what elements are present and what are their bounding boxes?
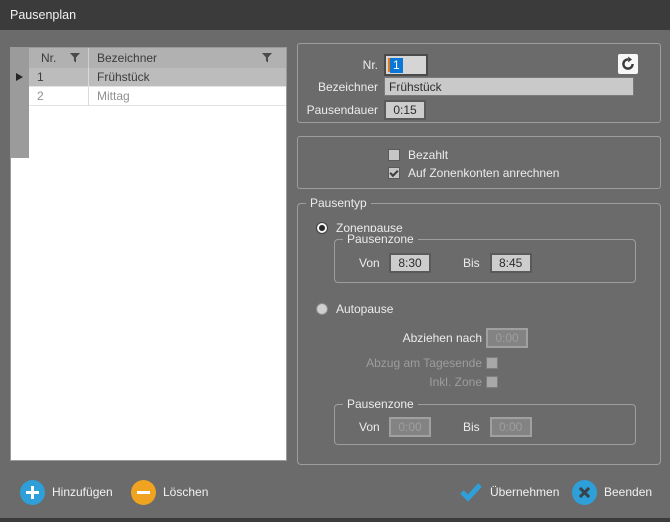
abziehen-label: Abziehen nach [298, 331, 482, 345]
zonenpause-radio[interactable] [316, 222, 328, 234]
autopause-row: Autopause [316, 302, 393, 316]
autopause-label: Autopause [336, 302, 393, 316]
table-row[interactable]: 2 Mittag [29, 87, 286, 106]
break-list-table: Nr. Bezeichner 1 Frühstück 2 Mittag [10, 47, 287, 461]
bezahlt-label: Bezahlt [408, 148, 448, 162]
minus-icon [131, 480, 156, 505]
filter-icon[interactable] [262, 53, 272, 63]
nr-input[interactable]: 1 [384, 54, 428, 76]
table-header: Nr. Bezeichner [29, 48, 286, 68]
table-row[interactable]: 1 Frühstück [29, 68, 286, 87]
pausendauer-row: Pausendauer [298, 100, 426, 120]
column-header-bezeichner[interactable]: Bezeichner [89, 48, 286, 68]
pausenzone1-groupbox: Pausenzone Von Bis [334, 239, 636, 283]
column-header-nr[interactable]: Nr. [29, 48, 89, 68]
loeschen-label: Löschen [163, 485, 208, 499]
cell-nr: 2 [29, 87, 89, 105]
pausendauer-input[interactable] [384, 100, 426, 120]
row-header-column [11, 48, 29, 158]
cell-bezeichner: Frühstück [89, 68, 286, 86]
column-header-bezeichner-label: Bezeichner [97, 51, 157, 65]
window-titlebar[interactable]: Pausenplan [0, 0, 670, 30]
zonenkonten-row: Auf Zonenkonten anrechnen [388, 166, 559, 180]
inkl-zone-row: Inkl. Zone [298, 375, 498, 389]
selected-row-marker-icon [16, 73, 23, 81]
plus-icon [20, 480, 45, 505]
pausentyp-legend: Pausentyp [306, 196, 371, 210]
nr-selected-text: 1 [390, 58, 403, 73]
break-details-panel: Nr. 1 Bezeichner Pausendauer [297, 43, 661, 123]
abzug-row: Abzug am Tagesende [298, 356, 498, 370]
cell-nr: 1 [29, 68, 89, 86]
close-x-icon [572, 480, 597, 505]
hinzufuegen-button[interactable]: Hinzufügen [20, 479, 113, 505]
pausenplan-dialog: Pausenplan Nr. Bezeichner 1 Frühstück [0, 0, 670, 522]
inkl-zone-label: Inkl. Zone [298, 375, 482, 389]
nr-row: Nr. 1 [298, 54, 428, 76]
zonenkonten-label: Auf Zonenkonten anrechnen [408, 166, 559, 180]
zonenkonten-checkbox[interactable] [388, 167, 400, 179]
uebernehmen-button[interactable]: Übernehmen [459, 479, 559, 505]
refresh-button[interactable] [618, 54, 638, 74]
bis-input[interactable] [490, 253, 532, 273]
cell-bezeichner: Mittag [89, 87, 286, 105]
bezeichner-input[interactable] [384, 77, 634, 96]
von-input[interactable] [389, 253, 431, 273]
pausendauer-label: Pausendauer [298, 103, 378, 117]
window-bottom-border [0, 518, 670, 522]
abziehen-input[interactable] [486, 328, 528, 348]
options-panel: Bezahlt Auf Zonenkonten anrechnen [297, 136, 661, 189]
uebernehmen-label: Übernehmen [490, 485, 559, 499]
von-label: Von [359, 420, 379, 434]
pausentyp-groupbox: Pausentyp Zonenpause Pausenzone Von Bis … [297, 203, 661, 465]
abziehen-row: Abziehen nach [298, 328, 528, 348]
bis-label: Bis [463, 256, 480, 270]
beenden-button[interactable]: Beenden [572, 479, 652, 505]
von-input[interactable] [389, 417, 431, 437]
abzug-checkbox[interactable] [486, 357, 498, 369]
bis-input[interactable] [490, 417, 532, 437]
filter-icon[interactable] [70, 53, 80, 63]
column-header-nr-label: Nr. [41, 51, 56, 65]
bezeichner-label: Bezeichner [298, 80, 378, 94]
bis-label: Bis [463, 420, 480, 434]
window-title: Pausenplan [10, 8, 76, 22]
inkl-zone-checkbox[interactable] [486, 376, 498, 388]
bezahlt-checkbox[interactable] [388, 149, 400, 161]
beenden-label: Beenden [604, 485, 652, 499]
autopause-radio[interactable] [316, 303, 328, 315]
loeschen-button[interactable]: Löschen [131, 479, 208, 505]
bezeichner-row: Bezeichner [298, 77, 634, 96]
pausenzone2-legend: Pausenzone [343, 397, 418, 411]
checkmark-icon [459, 482, 483, 502]
abzug-label: Abzug am Tagesende [298, 356, 482, 370]
pausenzone2-groupbox: Pausenzone Von Bis [334, 404, 636, 445]
undo-refresh-icon [620, 56, 636, 72]
nr-label: Nr. [298, 58, 378, 72]
bezahlt-row: Bezahlt [388, 148, 448, 162]
pausenzone1-legend: Pausenzone [343, 232, 418, 246]
von-label: Von [359, 256, 379, 270]
hinzufuegen-label: Hinzufügen [52, 485, 113, 499]
